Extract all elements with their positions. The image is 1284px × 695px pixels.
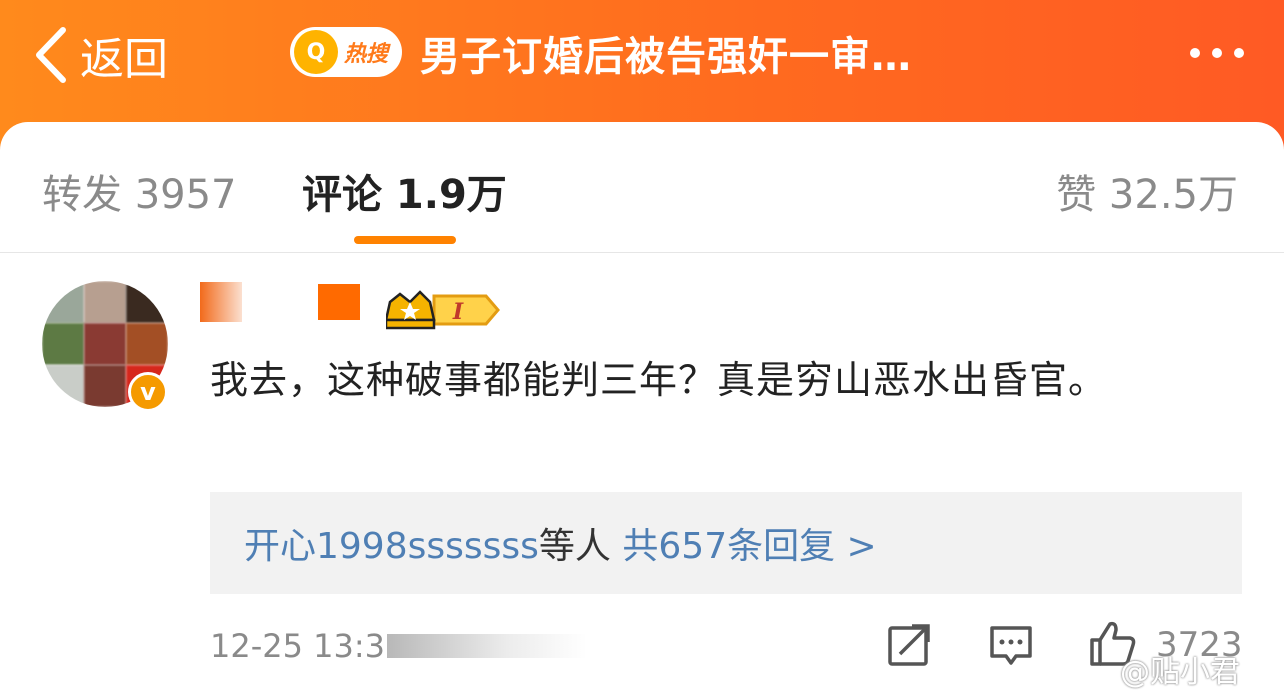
comment-timestamp: 12-25 13:3: [210, 627, 588, 665]
tab-comment[interactable]: 评论 1.9万: [302, 162, 507, 220]
comment-text: 我去，这种破事都能判三年？真是穷山恶水出昏官。: [210, 358, 1108, 402]
redaction-fade: [387, 634, 588, 658]
replies-middle-text: 等人: [538, 526, 611, 567]
hot-search-label: 热搜: [344, 42, 389, 67]
reply-user-link[interactable]: 开心1998sssssss: [244, 526, 539, 567]
chevron-left-icon: [36, 27, 66, 83]
back-label: 返回: [80, 34, 168, 85]
more-dots-icon[interactable]: [1190, 48, 1244, 58]
watermark: @贴小君: [1120, 655, 1240, 690]
replies-summary[interactable]: 开心1998sssssss等人 共657条回复 >: [210, 492, 1242, 594]
timestamp-text: 12-25 13:3: [210, 627, 386, 665]
reply-count-link[interactable]: 共657条回复 >: [622, 526, 876, 567]
redaction-block: [318, 284, 360, 320]
tab-repost[interactable]: 转发 3957: [42, 162, 237, 220]
dot-3: [1234, 48, 1244, 58]
redaction-block: [242, 282, 318, 322]
dot-1: [1190, 48, 1200, 58]
active-tab-indicator: [354, 236, 456, 244]
search-icon: Q: [294, 30, 338, 74]
content-card: 转发 3957 评论 1.9万 赞 32.5万 v I 我去，这种破事都能判三年…: [0, 122, 1284, 695]
page-title: 男子订婚后被告强奸一审…: [420, 34, 912, 80]
hot-search-badge[interactable]: Q 热搜: [290, 27, 402, 77]
level-badge-text: I: [452, 299, 464, 325]
v-verified-icon: v: [128, 372, 168, 412]
back-button[interactable]: 返回: [30, 20, 168, 90]
tab-like[interactable]: 赞 32.5万: [1056, 162, 1238, 220]
dot-2: [1212, 48, 1222, 58]
comment-icon[interactable]: [988, 622, 1034, 668]
tab-bar: 转发 3957 评论 1.9万 赞 32.5万: [0, 122, 1284, 253]
share-icon[interactable]: [886, 622, 932, 668]
crown-level-badge-icon: I: [386, 290, 500, 330]
username-redacted[interactable]: [200, 282, 365, 322]
redaction-block: [200, 282, 242, 322]
